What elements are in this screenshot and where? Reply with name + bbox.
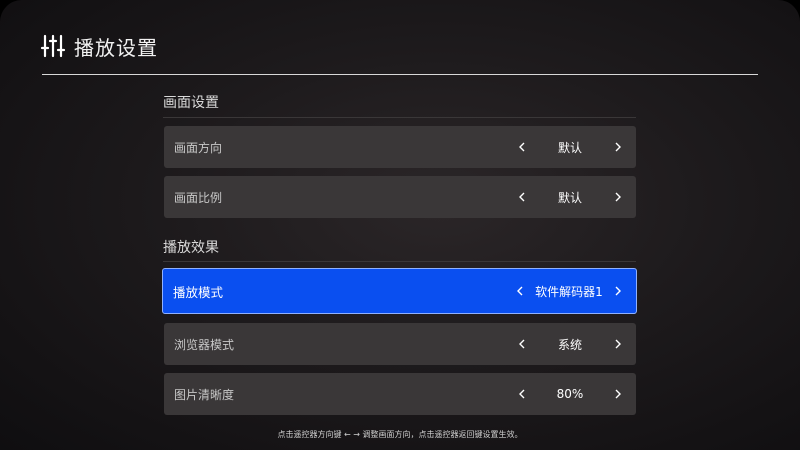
setting-value: 80% — [556, 387, 584, 401]
setting-row-aspect-ratio[interactable]: 画面比例 默认 — [164, 176, 636, 218]
chevron-right-icon[interactable] — [612, 191, 624, 203]
value-selector: 默认 — [516, 139, 624, 156]
sliders-icon — [40, 33, 66, 59]
settings-screen: 播放设置 画面设置 画面方向 默认 画面比例 默认 播放效果 播放模式 软件解码… — [0, 0, 800, 450]
section-title-display: 画面设置 — [163, 95, 219, 111]
chevron-right-icon[interactable] — [612, 285, 624, 297]
chevron-right-icon[interactable] — [612, 141, 624, 153]
setting-row-image-quality[interactable]: 图片清晰度 80% — [164, 373, 636, 415]
page-header: 播放设置 — [40, 32, 158, 60]
setting-value: 系统 — [557, 337, 582, 352]
chevron-right-icon[interactable] — [612, 388, 624, 400]
chevron-left-icon[interactable] — [514, 285, 526, 297]
setting-row-playback-mode[interactable]: 播放模式 软件解码器1 — [162, 268, 637, 314]
value-selector: 默认 — [516, 189, 624, 206]
setting-value: 默认 — [557, 140, 582, 155]
chevron-left-icon[interactable] — [516, 141, 528, 153]
page-title: 播放设置 — [74, 35, 158, 60]
setting-label: 画面方向 — [174, 140, 223, 155]
header-divider — [42, 74, 758, 75]
setting-label: 图片清晰度 — [174, 387, 235, 402]
setting-label: 画面比例 — [174, 190, 223, 205]
chevron-left-icon[interactable] — [516, 191, 528, 203]
setting-value: 软件解码器1 — [535, 284, 603, 299]
chevron-left-icon[interactable] — [516, 338, 528, 350]
setting-label: 浏览器模式 — [174, 337, 235, 352]
setting-row-browser-mode[interactable]: 浏览器模式 系统 — [164, 323, 636, 365]
section-title-playback: 播放效果 — [163, 240, 219, 256]
section-divider — [163, 261, 636, 262]
section-divider — [163, 117, 636, 118]
value-selector: 系统 — [516, 336, 624, 353]
remote-hint: 点击遥控器方向键 ← → 调整画面方向，点击遥控器返回键设置生效。 — [277, 430, 523, 439]
chevron-right-icon[interactable] — [612, 338, 624, 350]
setting-row-orientation[interactable]: 画面方向 默认 — [164, 126, 636, 168]
value-selector: 软件解码器1 — [514, 283, 624, 300]
setting-label: 播放模式 — [173, 284, 224, 300]
value-selector: 80% — [516, 387, 624, 401]
chevron-left-icon[interactable] — [516, 388, 528, 400]
setting-value: 默认 — [557, 190, 582, 205]
